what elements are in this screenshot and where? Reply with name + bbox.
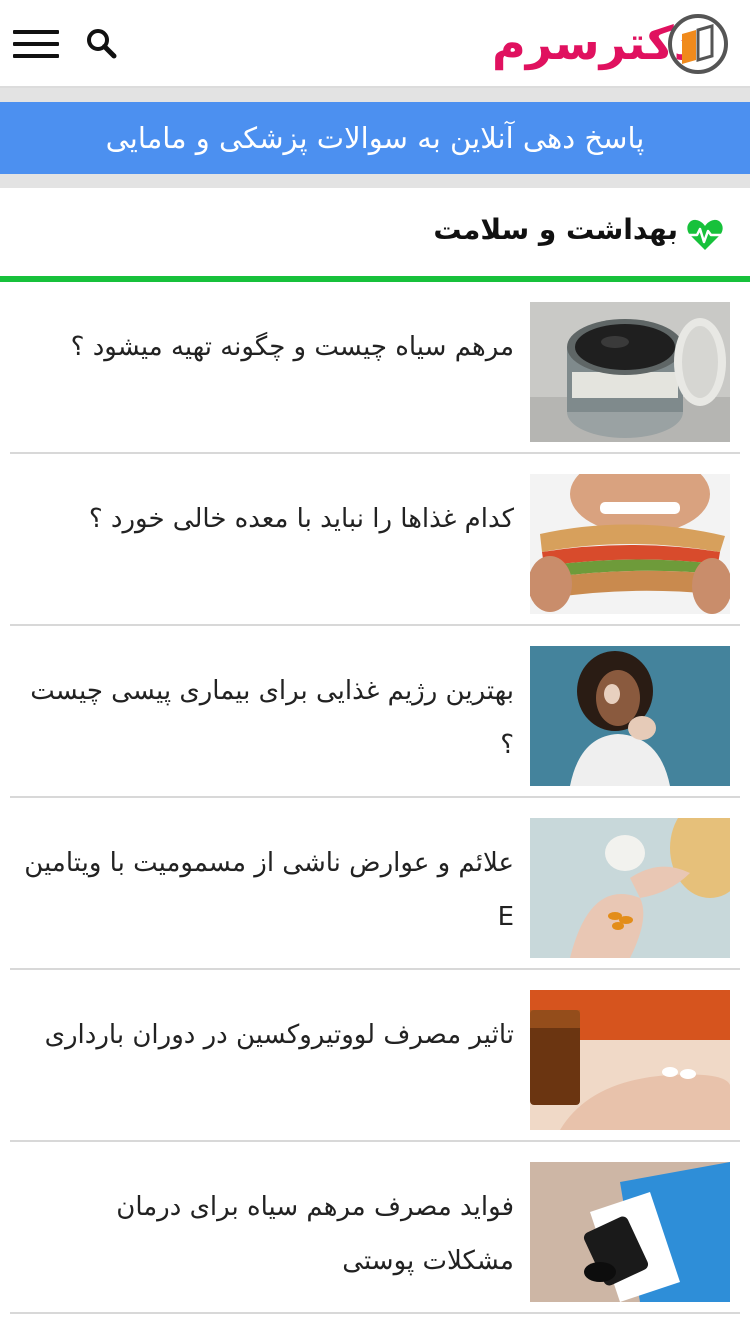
hamburger-menu-icon[interactable] <box>13 30 59 58</box>
article-title[interactable]: علائم و عوارض ناشی از مسمومیت با ویتامین… <box>20 836 514 944</box>
article-item[interactable]: مرهم سیاه چیست و چگونه تهیه میشود ؟ <box>0 282 750 454</box>
section-header: بهداشت و سلامت <box>0 188 750 282</box>
article-item[interactable]: تاثیر مصرف لووتیروکسین در دوران بارداری <box>0 970 750 1142</box>
article-item[interactable]: کدام غذاها را نباید با معده خالی خورد ؟ <box>0 454 750 626</box>
woman-with-vitiligo-image[interactable] <box>530 646 730 786</box>
pills-on-hand-image[interactable] <box>530 990 730 1130</box>
article-item[interactable]: بهترین رژیم غذایی برای بیماری پیسی چیست … <box>0 626 750 798</box>
search-icon[interactable] <box>86 28 118 60</box>
article-title[interactable]: تاثیر مصرف لووتیروکسین در دوران بارداری <box>20 1008 514 1062</box>
article-title[interactable]: مرهم سیاه چیست و چگونه تهیه میشود ؟ <box>20 320 514 374</box>
ointment-tube-image[interactable] <box>530 1162 730 1302</box>
heart-pulse-icon <box>687 219 723 250</box>
black-ointment-jar-image[interactable] <box>530 302 730 442</box>
article-title[interactable]: کدام غذاها را نباید با معده خالی خورد ؟ <box>20 492 514 546</box>
site-logo[interactable]: دکترسرم <box>488 8 736 78</box>
section-title: بهداشت و سلامت <box>433 213 678 246</box>
book-logo-icon <box>668 14 728 74</box>
article-item[interactable]: فواید مصرف مرهم سیاه برای درمان مشکلات پ… <box>0 1142 750 1314</box>
article-title[interactable]: بهترین رژیم غذایی برای بیماری پیسی چیست … <box>20 664 514 772</box>
divider <box>10 1312 740 1314</box>
article-list: مرهم سیاه چیست و چگونه تهیه میشود ؟ کدام… <box>0 282 750 1314</box>
online-qa-banner[interactable]: پاسخ دهی آنلاین به سوالات پزشکی و مامایی <box>0 102 750 174</box>
vitamin-capsules-hand-image[interactable] <box>530 818 730 958</box>
top-header: دکترسرم <box>0 0 750 88</box>
man-eating-sandwich-image[interactable] <box>530 474 730 614</box>
article-item[interactable]: علائم و عوارض ناشی از مسمومیت با ویتامین… <box>0 798 750 970</box>
article-title[interactable]: فواید مصرف مرهم سیاه برای درمان مشکلات پ… <box>20 1180 514 1288</box>
